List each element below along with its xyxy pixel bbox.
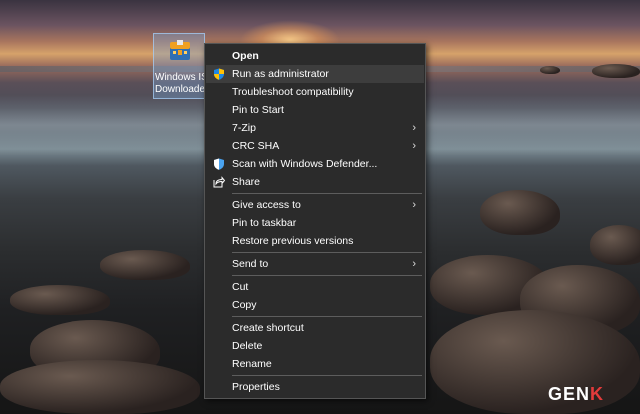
menu-item-label: CRC SHA [232,140,280,152]
submenu-arrow-icon: › [412,199,416,211]
menu-item-pin-to-taskbar[interactable]: Pin to taskbar [206,214,424,232]
menu-item-delete[interactable]: Delete [206,337,424,355]
menu-item-label: Run as administrator [232,68,329,80]
rock [480,190,560,235]
menu-separator [232,375,422,376]
menu-item-label: Open [232,50,259,62]
rock [590,225,640,265]
menu-item-label: Delete [232,340,263,352]
menu-separator [232,252,422,253]
share-icon [213,176,225,188]
menu-separator [232,316,422,317]
menu-item-create-shortcut[interactable]: Create shortcut [206,319,424,337]
desktop-icon-label: Windows IS Downloade [154,72,207,96]
menu-item-label: Send to [232,258,269,270]
menu-item-run-as-administrator[interactable]: Run as administrator [206,65,424,83]
genk-watermark-logo: GENK [548,384,604,405]
watermark-text: GEN [548,384,591,404]
watermark-accent-text: K [590,384,605,404]
menu-item-label: Properties [232,381,280,393]
menu-item-label: Pin to Start [232,104,284,116]
menu-item-label: Scan with Windows Defender... [232,158,378,170]
menu-item-scan-with-windows-defender[interactable]: Scan with Windows Defender... [206,155,424,173]
menu-item-7zip[interactable]: 7-Zip › [206,119,424,137]
menu-item-open[interactable]: Open [206,47,424,65]
rock [10,285,110,315]
windows-iso-downloader-icon [170,40,190,60]
menu-item-label: Give access to [232,199,301,211]
menu-item-label: Cut [232,281,249,293]
menu-separator [232,193,422,194]
menu-item-give-access-to[interactable]: Give access to › [206,196,424,214]
menu-item-label: Create shortcut [232,322,304,334]
menu-item-label: 7-Zip [232,122,256,134]
menu-item-cut[interactable]: Cut [206,278,424,296]
shield-icon [214,68,224,80]
menu-item-label: Restore previous versions [232,235,354,247]
menu-item-rename[interactable]: Rename [206,355,424,373]
submenu-arrow-icon: › [412,122,416,134]
menu-item-share[interactable]: Share [206,173,424,191]
menu-item-properties[interactable]: Properties [206,378,424,396]
rock [540,66,560,74]
desktop-icon-label-line1: Windows IS [155,72,207,83]
menu-item-send-to[interactable]: Send to › [206,255,424,273]
menu-item-label: Rename [232,358,272,370]
context-menu: Open Run as administrator Troubleshoot c… [204,43,426,399]
defender-icon [214,158,224,170]
menu-item-pin-to-start[interactable]: Pin to Start [206,101,424,119]
menu-item-restore-previous-versions[interactable]: Restore previous versions [206,232,424,250]
menu-separator [232,275,422,276]
rock [100,250,190,280]
rock [592,64,640,78]
menu-item-label: Copy [232,299,257,311]
desktop-shortcut-windows-iso-downloader[interactable]: Windows IS Downloade [153,33,207,99]
menu-item-label: Troubleshoot compatibility [232,86,354,98]
menu-item-label: Share [232,176,261,188]
submenu-arrow-icon: › [412,258,416,270]
submenu-arrow-icon: › [412,140,416,152]
menu-item-troubleshoot-compatibility[interactable]: Troubleshoot compatibility [206,83,424,101]
menu-item-label: Pin to taskbar [232,217,297,229]
menu-item-crc-sha[interactable]: CRC SHA › [206,137,424,155]
rock [430,310,640,414]
desktop-icon-label-line2: Downloade [155,84,206,95]
menu-item-copy[interactable]: Copy [206,296,424,314]
rock [0,360,200,414]
